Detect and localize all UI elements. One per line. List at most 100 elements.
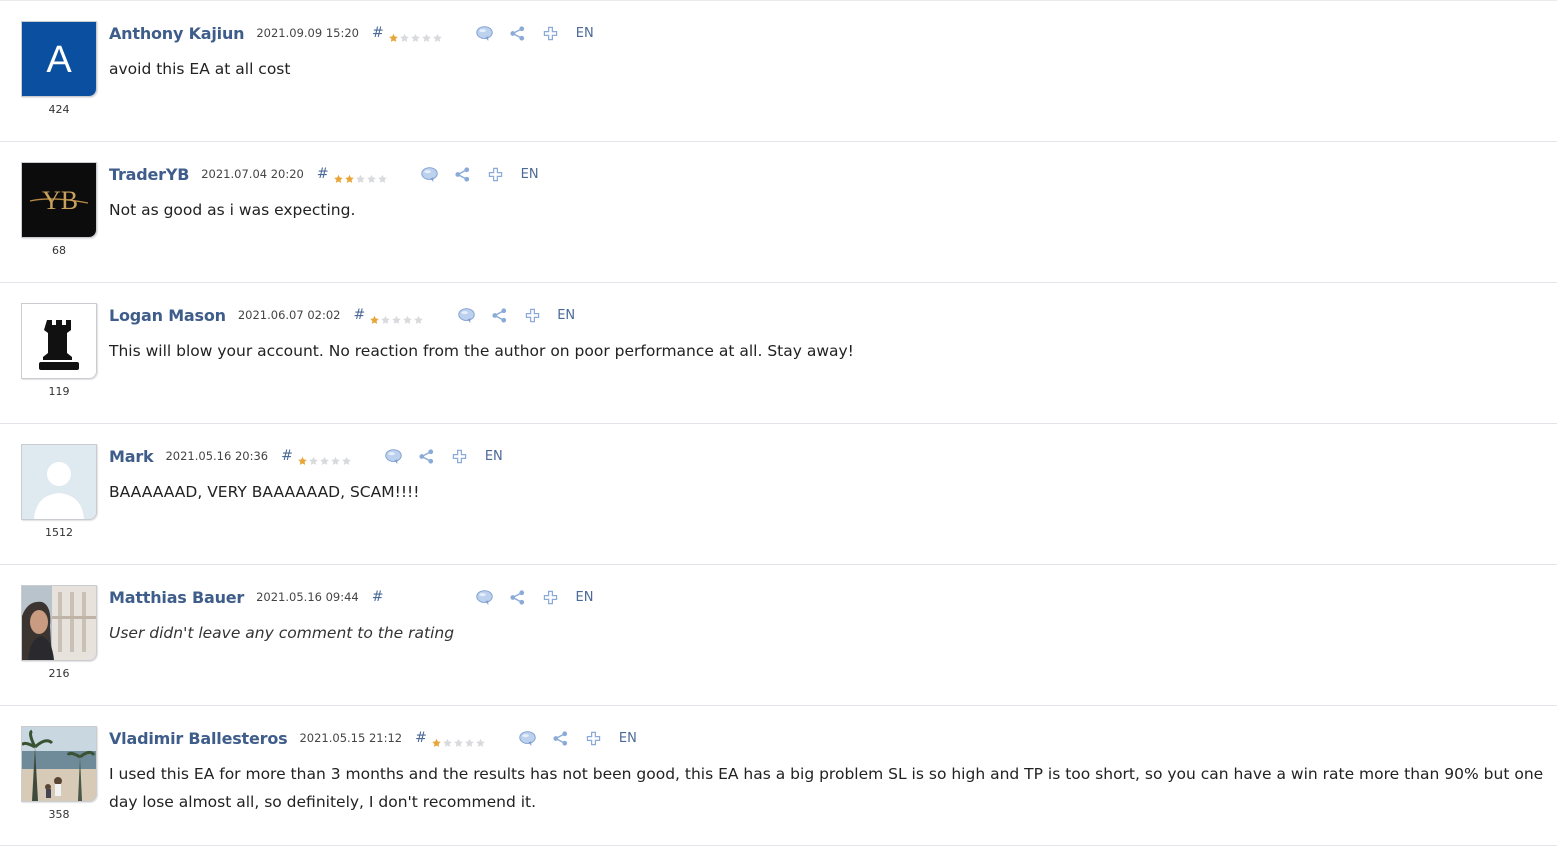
avatar[interactable] [21, 726, 97, 802]
review-text: avoid this EA at all cost [109, 60, 291, 78]
plus-icon[interactable] [541, 588, 561, 606]
language-link[interactable]: EN [557, 308, 575, 323]
star-empty-icon [355, 169, 366, 183]
review-header: Mark 2021.05.16 20:36 # EN [109, 446, 503, 466]
author-link[interactable]: Anthony Kajiun [109, 24, 245, 43]
plus-icon[interactable] [584, 729, 604, 747]
review-item: 1512 Mark 2021.05.16 20:36 # EN BAAAAAAD, VER… [0, 423, 1557, 564]
user-rating-count: 68 [52, 244, 66, 257]
star-empty-icon [341, 451, 352, 465]
author-link[interactable]: Vladimir Ballesteros [109, 729, 288, 748]
review-item: 358 Vladimir Ballesteros 2021.05.15 21:12 #… [0, 705, 1557, 846]
permalink-hash[interactable]: # [353, 307, 365, 323]
review-actions: EN [420, 165, 539, 183]
star-filled-icon [333, 169, 344, 183]
permalink-hash[interactable]: # [372, 25, 384, 41]
star-empty-icon [475, 733, 486, 747]
star-empty-icon [377, 169, 388, 183]
star-filled-icon [369, 310, 380, 324]
avatar[interactable]: YB [21, 162, 97, 238]
review-date: 2021.06.07 02:02 [237, 308, 341, 322]
permalink-hash[interactable]: # [372, 589, 384, 605]
user-rating-count: 216 [48, 667, 70, 680]
permalink-hash[interactable]: # [281, 448, 293, 464]
review-header: Logan Mason 2021.06.07 02:02 # EN [109, 305, 575, 325]
plus-icon[interactable] [541, 24, 561, 42]
permalink-hash[interactable]: # [317, 166, 329, 182]
avatar[interactable] [21, 444, 97, 520]
review-date: 2021.05.15 21:12 [299, 731, 403, 745]
avatar[interactable]: A [21, 21, 97, 97]
review-item: YB 68 TraderYB 2021.07.04 20:20 # EN Not as go… [0, 141, 1557, 282]
share-icon[interactable] [551, 729, 571, 747]
review-actions: EN [475, 588, 594, 606]
star-empty-icon [453, 733, 464, 747]
reply-icon[interactable] [420, 165, 440, 183]
avatar-block: 358 [21, 726, 97, 821]
star-empty-icon [421, 28, 432, 42]
star-filled-icon [431, 733, 442, 747]
permalink-hash[interactable]: # [415, 730, 427, 746]
avatar[interactable] [21, 303, 97, 379]
share-icon[interactable] [453, 165, 473, 183]
share-icon[interactable] [508, 24, 528, 42]
reply-icon[interactable] [518, 729, 538, 747]
svg-text:YB: YB [42, 186, 78, 215]
avatar-block: A 424 [21, 21, 97, 116]
reviews-list: A 424 Anthony Kajiun 2021.09.09 15:20 # EN avo… [0, 0, 1557, 846]
star-rating [297, 451, 352, 465]
avatar-block: 1512 [21, 444, 97, 539]
avatar-block: YB 68 [21, 162, 97, 257]
review-text: BAAAAAAD, VERY BAAAAAAD, SCAM!!!! [109, 483, 420, 501]
share-icon[interactable] [508, 588, 528, 606]
star-rating [333, 169, 388, 183]
review-item: 216 Matthias Bauer 2021.05.16 09:44 # EN User… [0, 564, 1557, 705]
review-actions: EN [384, 447, 503, 465]
avatar-block: 119 [21, 303, 97, 398]
star-empty-icon [366, 169, 377, 183]
language-link[interactable]: EN [521, 167, 539, 182]
avatar-block: 216 [21, 585, 97, 680]
user-rating-count: 358 [48, 808, 70, 821]
avatar[interactable] [21, 585, 97, 661]
no-comment-text: User didn't leave any comment to the rat… [109, 624, 455, 642]
star-empty-icon [442, 733, 453, 747]
review-header: Anthony Kajiun 2021.09.09 15:20 # EN [109, 23, 594, 43]
review-text: I used this EA for more than 3 months an… [109, 765, 1544, 811]
author-link[interactable]: Logan Mason [109, 306, 226, 325]
plus-icon[interactable] [522, 306, 542, 324]
star-filled-icon [388, 28, 399, 42]
language-link[interactable]: EN [576, 26, 594, 41]
star-rating [388, 592, 443, 602]
review-text: This will blow your account. No reaction… [109, 342, 854, 360]
language-link[interactable]: EN [576, 590, 594, 605]
star-filled-icon [344, 169, 355, 183]
review-actions: EN [456, 306, 575, 324]
star-empty-icon [319, 451, 330, 465]
plus-icon[interactable] [450, 447, 470, 465]
plus-icon[interactable] [486, 165, 506, 183]
reply-icon[interactable] [384, 447, 404, 465]
share-icon[interactable] [489, 306, 509, 324]
review-date: 2021.05.16 09:44 [256, 590, 359, 604]
reply-icon[interactable] [475, 588, 495, 606]
star-filled-icon [297, 451, 308, 465]
star-rating [369, 310, 424, 324]
share-icon[interactable] [417, 447, 437, 465]
language-link[interactable]: EN [485, 449, 503, 464]
star-rating [388, 28, 443, 42]
author-link[interactable]: TraderYB [109, 165, 189, 184]
review-actions: EN [518, 729, 637, 747]
language-link[interactable]: EN [619, 731, 637, 746]
author-link[interactable]: Matthias Bauer [109, 588, 244, 607]
reply-icon[interactable] [456, 306, 476, 324]
reply-icon[interactable] [475, 24, 495, 42]
star-empty-icon [413, 310, 424, 324]
review-header: TraderYB 2021.07.04 20:20 # EN [109, 164, 539, 184]
star-empty-icon [330, 451, 341, 465]
svg-text:A: A [46, 39, 72, 81]
star-rating [431, 733, 486, 747]
author-link[interactable]: Mark [109, 447, 154, 466]
review-date: 2021.07.04 20:20 [201, 167, 304, 181]
star-empty-icon [391, 310, 402, 324]
